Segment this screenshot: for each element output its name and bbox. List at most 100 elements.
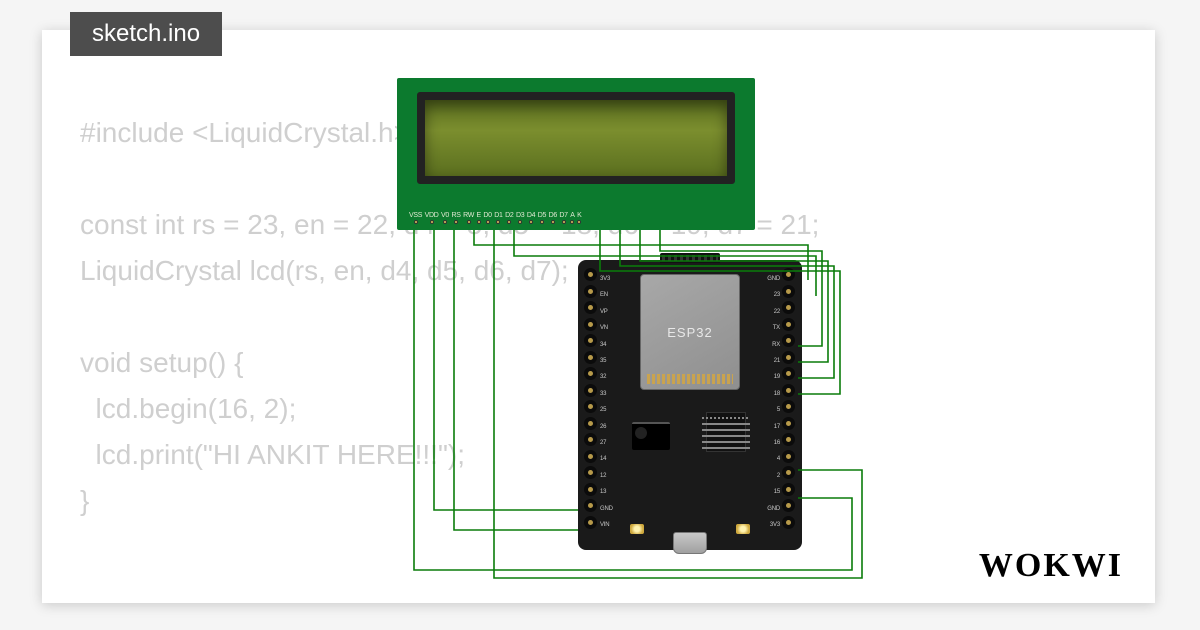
esp32-boot-button[interactable] — [630, 524, 644, 534]
code-line: LiquidCrystal lcd(rs, en, d4, d5, d6, d7… — [80, 255, 569, 286]
lcd-pin-hole — [551, 220, 555, 224]
lcd-pin-label: E — [477, 212, 481, 219]
lcd-pin-A[interactable]: A — [570, 212, 574, 224]
lcd-pin-hole — [486, 220, 490, 224]
lcd-pin-label: D0 — [483, 212, 491, 219]
lcd-pin-label: D7 — [559, 212, 567, 219]
lcd-pin-D4[interactable]: D4 — [527, 212, 535, 224]
lcd-pin-D5[interactable]: D5 — [538, 212, 546, 224]
lcd-pin-hole — [562, 220, 566, 224]
esp32-pin-labels-right: GND2322TXRX211918517164215GND3V3 — [767, 271, 780, 534]
file-tab-label: sketch.ino — [92, 20, 200, 47]
esp32-pin-14[interactable] — [584, 450, 597, 463]
esp32-pin-RX[interactable] — [782, 334, 795, 347]
esp32-pin-EN[interactable] — [584, 285, 597, 298]
lcd-pin-label: D2 — [505, 212, 513, 219]
lcd-pin-D1[interactable]: D1 — [494, 212, 502, 224]
esp32-usb-port — [673, 532, 707, 554]
lcd-pin-label: D4 — [527, 212, 535, 219]
esp32-pins-left — [584, 268, 598, 529]
esp32-pin-17[interactable] — [782, 417, 795, 430]
code-line: lcd.begin(16, 2); — [80, 393, 296, 424]
lcd-pin-E[interactable]: E — [477, 212, 481, 224]
esp32-pin-13[interactable] — [584, 483, 597, 496]
esp32-pin-27[interactable] — [584, 433, 597, 446]
esp32-shield: ESP32 — [640, 274, 740, 390]
esp32-en-button[interactable] — [736, 524, 750, 534]
lcd-pin-D2[interactable]: D2 — [505, 212, 513, 224]
esp32-pin-2[interactable] — [782, 466, 795, 479]
lcd-pin-hole — [529, 220, 533, 224]
lcd-pin-hole — [477, 220, 481, 224]
esp32-pin-15[interactable] — [782, 483, 795, 496]
code-line: void setup() { — [80, 347, 243, 378]
esp32-antenna — [660, 253, 720, 263]
lcd-pin-label: A — [570, 212, 574, 219]
lcd-pin-label: K — [577, 212, 581, 219]
lcd-pin-D6[interactable]: D6 — [549, 212, 557, 224]
lcd-pin-D7[interactable]: D7 — [559, 212, 567, 224]
lcd-pin-D0[interactable]: D0 — [483, 212, 491, 224]
lcd-pin-label: V0 — [441, 212, 449, 219]
lcd-pin-hole — [540, 220, 544, 224]
esp32-pin-GND[interactable] — [782, 499, 795, 512]
code-line: lcd.print("HI ANKIT HERE!!!"); — [80, 439, 465, 470]
lcd-pin-VDD[interactable]: VDD — [425, 212, 439, 224]
esp32-pin-25[interactable] — [584, 400, 597, 413]
lcd-pin-RW[interactable]: RW — [463, 212, 474, 224]
file-tab[interactable]: sketch.ino — [70, 12, 222, 56]
lcd-component[interactable]: VSSVDDV0RSRWED0D1D2D3D4D5D6D7AK — [397, 78, 755, 230]
esp32-pin-16[interactable] — [782, 433, 795, 446]
lcd-pin-hole — [507, 220, 511, 224]
esp32-pin-VP[interactable] — [584, 301, 597, 314]
esp32-pin-12[interactable] — [584, 466, 597, 479]
lcd-pin-label: D1 — [494, 212, 502, 219]
esp32-shield-label: ESP32 — [667, 325, 712, 340]
esp32-pin-4[interactable] — [782, 450, 795, 463]
lcd-pin-label: D5 — [538, 212, 546, 219]
lcd-pin-label: RS — [451, 212, 460, 219]
lcd-pin-hole — [577, 220, 581, 224]
esp32-pin-GND[interactable] — [584, 499, 597, 512]
lcd-pin-K[interactable]: K — [577, 212, 581, 224]
esp32-pin-23[interactable] — [782, 285, 795, 298]
lcd-pin-hole — [443, 220, 447, 224]
lcd-pin-hole — [414, 220, 418, 224]
lcd-pin-hole — [430, 220, 434, 224]
esp32-pin-labels-left: 3V3ENVPVN34353233252627141213GNDVIN — [600, 271, 613, 534]
esp32-pin-3V3[interactable] — [782, 516, 795, 529]
wokwi-brand-logo: WOKWI — [979, 547, 1123, 585]
esp32-pin-19[interactable] — [782, 367, 795, 380]
esp32-pin-TX[interactable] — [782, 318, 795, 331]
lcd-pin-hole — [454, 220, 458, 224]
lcd-pin-RS[interactable]: RS — [451, 212, 460, 224]
lcd-pin-label: D6 — [549, 212, 557, 219]
esp32-pin-33[interactable] — [584, 384, 597, 397]
esp32-pin-22[interactable] — [782, 301, 795, 314]
lcd-pin-hole — [496, 220, 500, 224]
esp32-pin-GND[interactable] — [782, 268, 795, 281]
lcd-pin-hole — [518, 220, 522, 224]
esp32-regulator — [632, 422, 670, 450]
esp32-pin-34[interactable] — [584, 334, 597, 347]
esp32-pin-32[interactable] — [584, 367, 597, 380]
lcd-pin-D3[interactable]: D3 — [516, 212, 524, 224]
lcd-pin-V0[interactable]: V0 — [441, 212, 449, 224]
esp32-shield-pads — [647, 374, 733, 384]
esp32-pin-3V3[interactable] — [584, 268, 597, 281]
lcd-pin-label: VDD — [425, 212, 439, 219]
lcd-pin-hole — [570, 220, 574, 224]
esp32-pin-26[interactable] — [584, 417, 597, 430]
esp32-pin-18[interactable] — [782, 384, 795, 397]
esp32-pin-VIN[interactable] — [584, 516, 597, 529]
lcd-pin-hole — [467, 220, 471, 224]
esp32-pin-VN[interactable] — [584, 318, 597, 331]
esp32-pin-5[interactable] — [782, 400, 795, 413]
esp32-board[interactable]: ESP32 3V3ENVPVN34353233252627141213GNDVI… — [578, 260, 802, 550]
esp32-pin-35[interactable] — [584, 351, 597, 364]
esp32-secondary-chip — [706, 412, 746, 452]
lcd-pin-VSS[interactable]: VSS — [409, 212, 422, 224]
lcd-pin-label: VSS — [409, 212, 422, 219]
editor-canvas: sketch.ino #include <LiquidCrystal.h> co… — [42, 30, 1155, 603]
esp32-pin-21[interactable] — [782, 351, 795, 364]
